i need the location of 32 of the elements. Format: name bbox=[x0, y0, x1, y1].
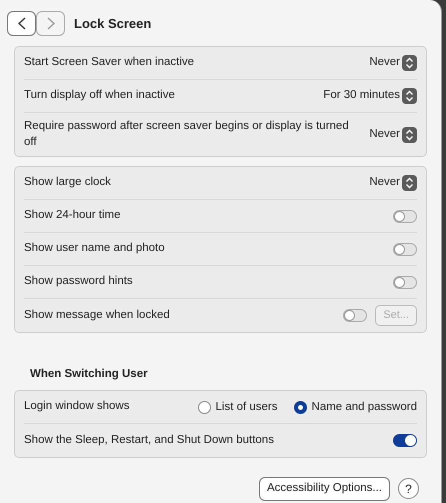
accessibility-options-button[interactable]: Accessibility Options... bbox=[258, 477, 390, 500]
setting-label: Show user name and photo bbox=[24, 241, 166, 256]
setting-label: Show message when locked bbox=[24, 308, 171, 323]
toggle-switch[interactable] bbox=[393, 210, 417, 222]
popup-button[interactable]: Never bbox=[369, 54, 417, 72]
setting-label: Show password hints bbox=[24, 274, 134, 290]
window-title: Lock Screen bbox=[74, 14, 152, 33]
stepper-arrows-icon bbox=[402, 175, 417, 191]
toggle-switch[interactable] bbox=[393, 276, 417, 288]
setting-label: Show large clock bbox=[24, 175, 112, 190]
back-button[interactable] bbox=[7, 11, 36, 36]
stepper-arrows-icon bbox=[402, 88, 417, 104]
popup-button[interactable]: Never bbox=[369, 174, 417, 192]
toggle-switch[interactable] bbox=[393, 242, 417, 256]
setting-label: Start Screen Saver when inactive bbox=[24, 55, 196, 70]
section-heading: When Switching User bbox=[30, 367, 149, 382]
setting-label: Turn display off when inactive bbox=[24, 88, 176, 104]
setting-label: Show the Sleep, Restart, and Shut Down buttons bbox=[24, 432, 275, 448]
popup-button[interactable]: For 30 minutes bbox=[323, 87, 417, 105]
toggle-switch[interactable] bbox=[343, 309, 368, 322]
radio-option[interactable]: List of users bbox=[198, 398, 278, 416]
popup-button[interactable]: Never bbox=[369, 126, 417, 144]
setting-label: Login window shows bbox=[24, 399, 130, 414]
radio-option[interactable]: Name and password bbox=[294, 398, 417, 416]
toggle-switch[interactable] bbox=[393, 434, 417, 448]
chevron-left-icon bbox=[18, 17, 26, 30]
setting-label: Show 24-hour time bbox=[24, 208, 122, 224]
stepper-arrows-icon bbox=[402, 126, 417, 142]
setting-label: Require password after screen saver begins or display is turned off bbox=[24, 118, 350, 150]
chevron-right-icon bbox=[46, 17, 54, 30]
stepper-arrows-icon bbox=[402, 55, 417, 71]
help-button[interactable]: ? bbox=[398, 478, 419, 500]
